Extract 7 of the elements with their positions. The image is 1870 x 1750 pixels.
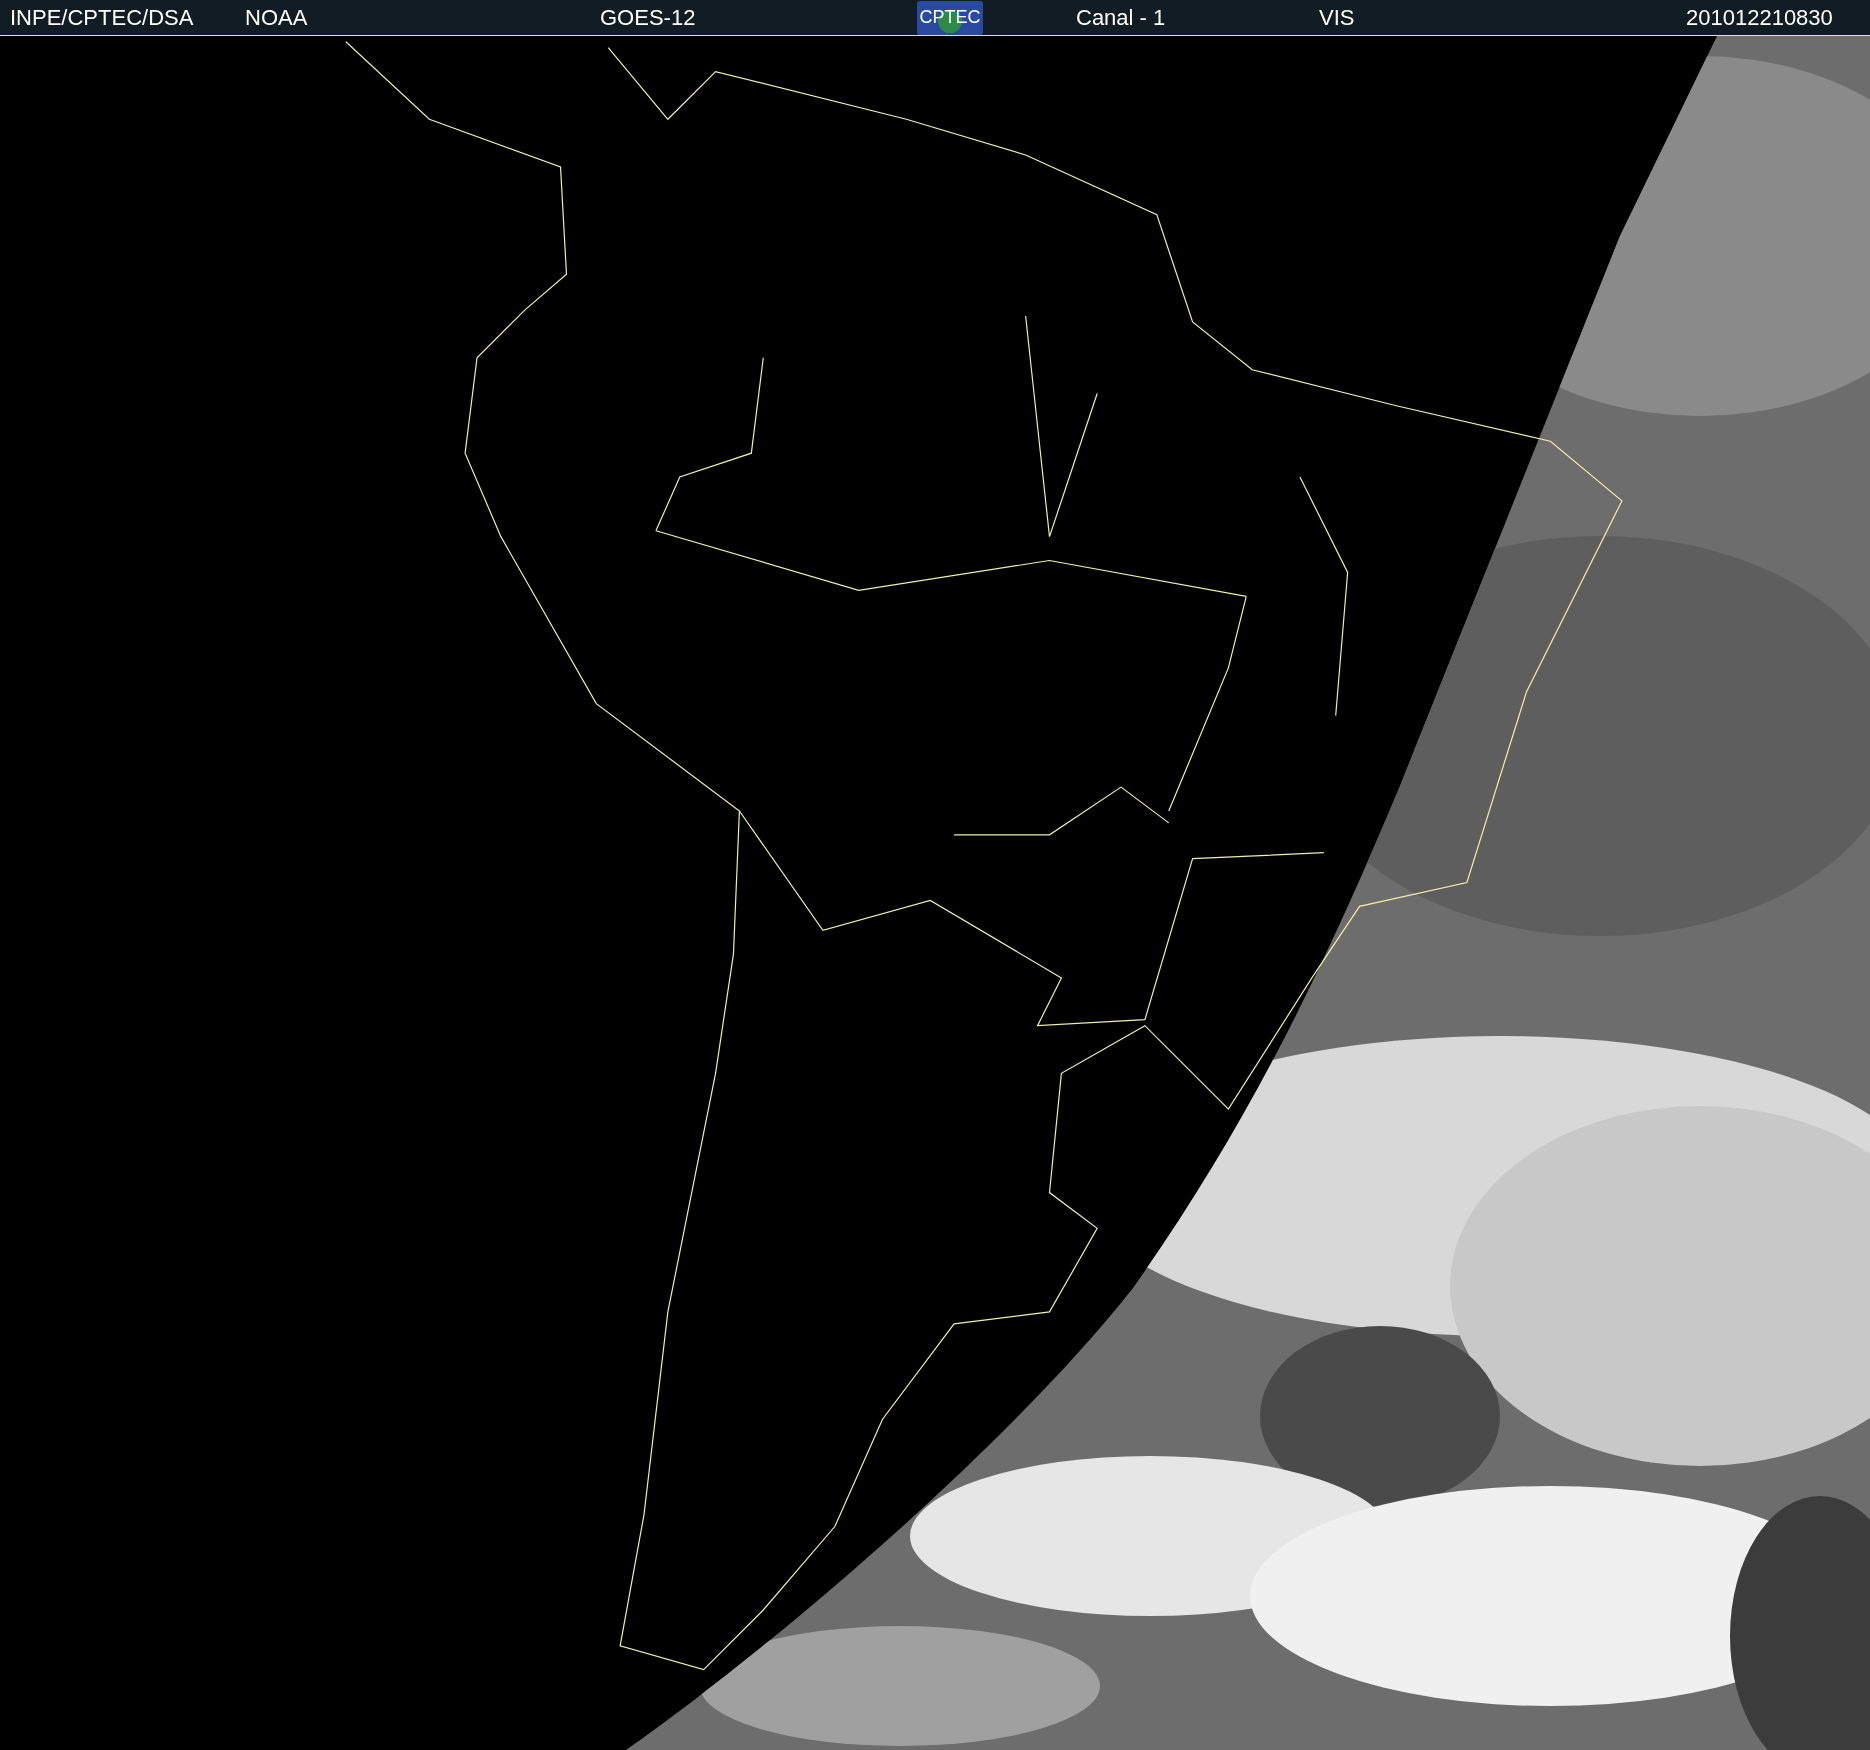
source-label: INPE/CPTEC/DSA	[10, 4, 195, 31]
timestamp-label: 201012210830	[1686, 4, 1833, 31]
channel-label: Canal - 1	[1076, 4, 1167, 31]
band-label: VIS	[1319, 4, 1356, 31]
logo: CPTEC	[917, 0, 983, 35]
agency-label: NOAA	[245, 4, 309, 31]
satellite-label: GOES-12	[600, 4, 697, 31]
